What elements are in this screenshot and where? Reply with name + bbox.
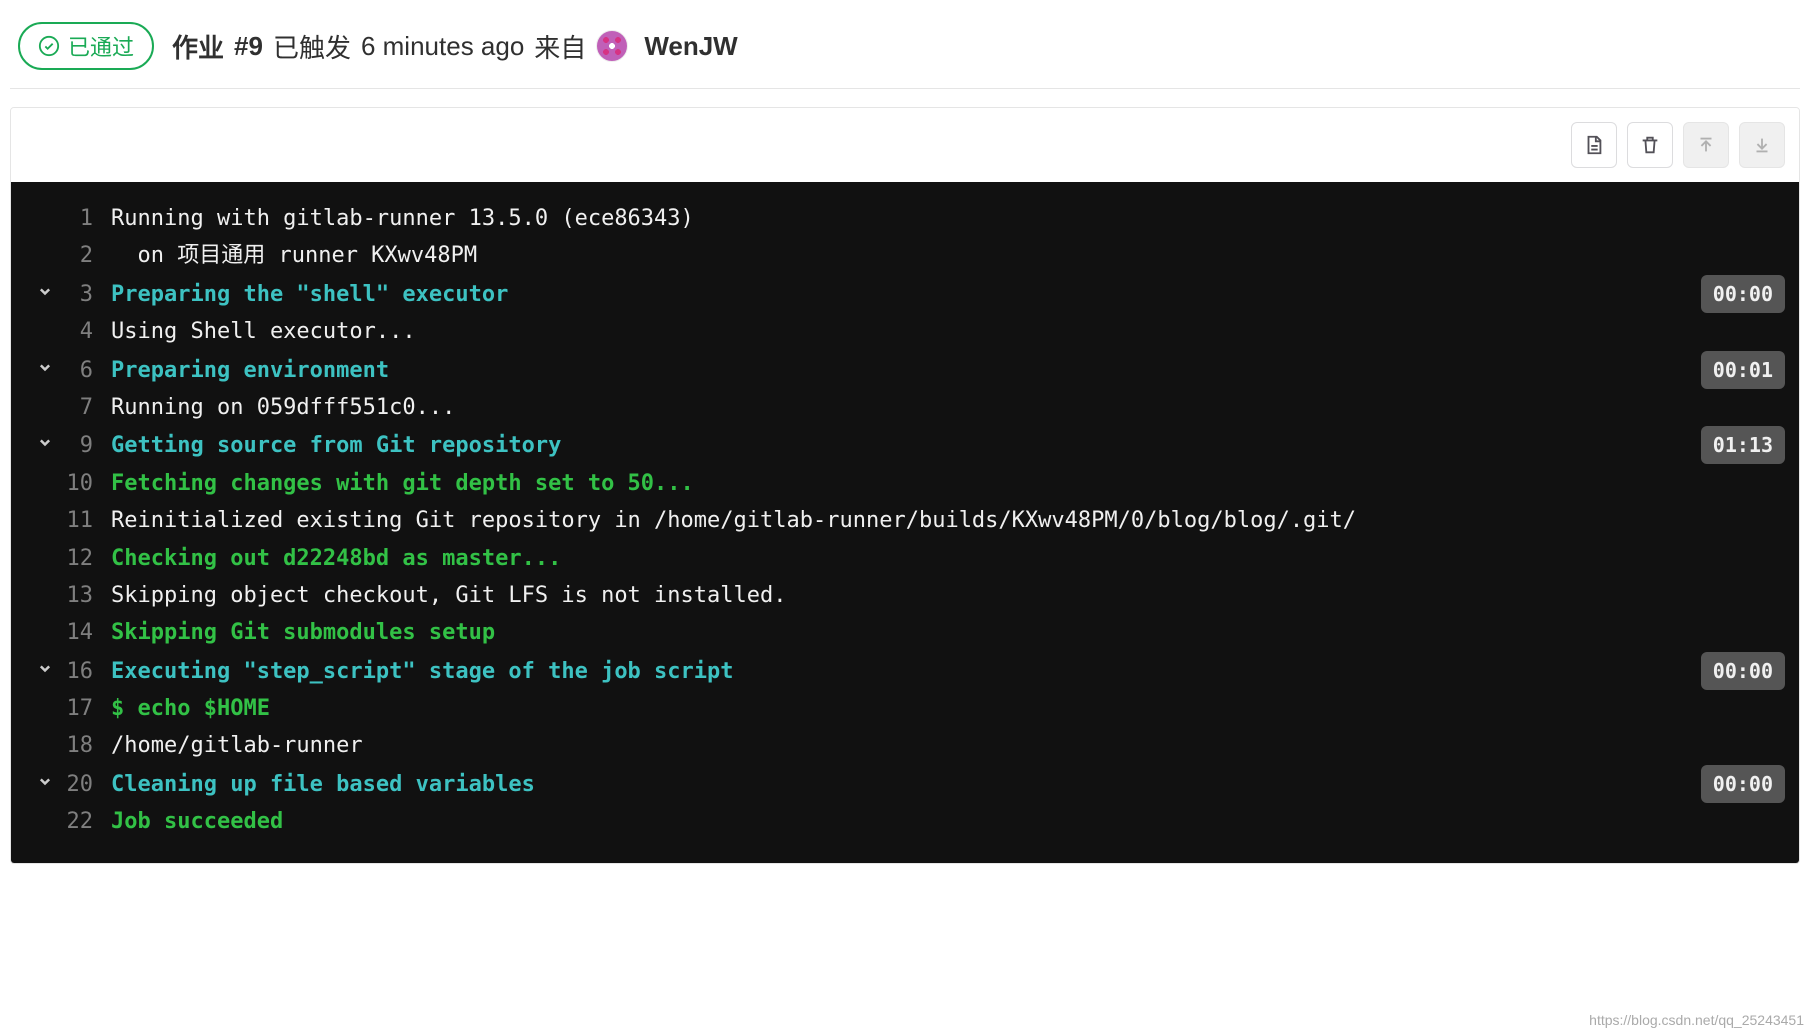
- from-label: 来自: [534, 28, 586, 65]
- fold-toggle[interactable]: [25, 357, 65, 377]
- arrow-down-icon: [1751, 134, 1773, 156]
- line-number[interactable]: 11: [65, 502, 111, 539]
- log-line: 18/home/gitlab-runner: [25, 727, 1785, 764]
- line-number[interactable]: 9: [65, 427, 111, 464]
- section-header: Preparing the "shell" executor: [111, 276, 1689, 313]
- line-number[interactable]: 13: [65, 577, 111, 614]
- log-line: 12Checking out d22248bd as master...: [25, 540, 1785, 577]
- log-text: Using Shell executor...: [111, 313, 1785, 350]
- log-line: 10Fetching changes with git depth set to…: [25, 465, 1785, 502]
- line-number[interactable]: 1: [65, 200, 111, 237]
- status-label: 已通过: [68, 30, 134, 62]
- status-badge: 已通过: [18, 22, 154, 70]
- log-text: Reinitialized existing Git repository in…: [111, 502, 1785, 539]
- log-text: Running on 059dfff551c0...: [111, 389, 1785, 426]
- log-text: on 项目通用 runner KXwv48PM: [111, 237, 1785, 274]
- line-number[interactable]: 10: [65, 465, 111, 502]
- username[interactable]: WenJW: [644, 31, 737, 62]
- document-icon: [1583, 134, 1605, 156]
- log-text: Fetching changes with git depth set to 5…: [111, 465, 1785, 502]
- fold-toggle[interactable]: [25, 771, 65, 791]
- line-number[interactable]: 22: [65, 803, 111, 840]
- section-duration: 00:00: [1701, 275, 1785, 313]
- section-header: Preparing environment: [111, 352, 1689, 389]
- fold-toggle[interactable]: [25, 658, 65, 678]
- line-number[interactable]: 6: [65, 352, 111, 389]
- job-header: 已通过 作业 #9 已触发 6 minutes ago 来自 WenJW: [10, 10, 1800, 89]
- log-text: /home/gitlab-runner: [111, 727, 1785, 764]
- line-number[interactable]: 7: [65, 389, 111, 426]
- log-line: 14Skipping Git submodules setup: [25, 614, 1785, 651]
- log-line: 3Preparing the "shell" executor 00:00: [25, 275, 1785, 313]
- log-text: Job succeeded: [111, 803, 1785, 840]
- time-ago: 6 minutes ago: [361, 31, 524, 62]
- log-line: 4Using Shell executor...: [25, 313, 1785, 350]
- trash-icon: [1639, 134, 1661, 156]
- log-line: 20Cleaning up file based variables 00:00: [25, 765, 1785, 803]
- check-circle-icon: [38, 35, 60, 57]
- log-line: 6Preparing environment 00:01: [25, 351, 1785, 389]
- triggered-label: 已触发: [273, 28, 351, 65]
- log-line: 16Executing "step_script" stage of the j…: [25, 652, 1785, 690]
- line-number[interactable]: 16: [65, 653, 111, 690]
- log-text: $ echo $HOME: [111, 690, 1785, 727]
- line-number[interactable]: 4: [65, 313, 111, 350]
- line-number[interactable]: 3: [65, 276, 111, 313]
- log-line: 1Running with gitlab-runner 13.5.0 (ece8…: [25, 200, 1785, 237]
- line-number[interactable]: 14: [65, 614, 111, 651]
- line-number[interactable]: 20: [65, 766, 111, 803]
- job-title: 作业 #9 已触发 6 minutes ago 来自 WenJW: [172, 28, 738, 65]
- log-line: 2 on 项目通用 runner KXwv48PM: [25, 237, 1785, 274]
- section-duration: 00:00: [1701, 765, 1785, 803]
- scroll-bottom-button[interactable]: [1739, 122, 1785, 168]
- arrow-up-icon: [1695, 134, 1717, 156]
- line-number[interactable]: 12: [65, 540, 111, 577]
- section-header: Getting source from Git repository: [111, 427, 1689, 464]
- avatar[interactable]: [596, 30, 628, 62]
- watermark: https://blog.csdn.net/qq_25243451: [1589, 1012, 1804, 1028]
- show-raw-button[interactable]: [1571, 122, 1617, 168]
- log-text: Skipping Git submodules setup: [111, 614, 1785, 651]
- section-header: Cleaning up file based variables: [111, 766, 1689, 803]
- log-line: 7Running on 059dfff551c0...: [25, 389, 1785, 426]
- section-duration: 00:01: [1701, 351, 1785, 389]
- log-line: 9Getting source from Git repository 01:13: [25, 426, 1785, 464]
- scroll-top-button[interactable]: [1683, 122, 1729, 168]
- line-number[interactable]: 2: [65, 237, 111, 274]
- section-duration: 00:00: [1701, 652, 1785, 690]
- log-line: 22Job succeeded: [25, 803, 1785, 840]
- line-number[interactable]: 18: [65, 727, 111, 764]
- log-text: Checking out d22248bd as master...: [111, 540, 1785, 577]
- fold-toggle[interactable]: [25, 281, 65, 301]
- log-line: 11Reinitialized existing Git repository …: [25, 502, 1785, 539]
- section-duration: 01:13: [1701, 426, 1785, 464]
- log-panel: 1Running with gitlab-runner 13.5.0 (ece8…: [10, 107, 1800, 864]
- line-number[interactable]: 17: [65, 690, 111, 727]
- erase-log-button[interactable]: [1627, 122, 1673, 168]
- job-prefix: 作业: [172, 28, 224, 65]
- job-log: 1Running with gitlab-runner 13.5.0 (ece8…: [11, 182, 1799, 863]
- log-text: Skipping object checkout, Git LFS is not…: [111, 577, 1785, 614]
- section-header: Executing "step_script" stage of the job…: [111, 653, 1689, 690]
- fold-toggle[interactable]: [25, 432, 65, 452]
- log-line: 13Skipping object checkout, Git LFS is n…: [25, 577, 1785, 614]
- log-text: Running with gitlab-runner 13.5.0 (ece86…: [111, 200, 1785, 237]
- job-number: #9: [234, 31, 263, 62]
- log-toolbar: [11, 108, 1799, 182]
- log-line: 17$ echo $HOME: [25, 690, 1785, 727]
